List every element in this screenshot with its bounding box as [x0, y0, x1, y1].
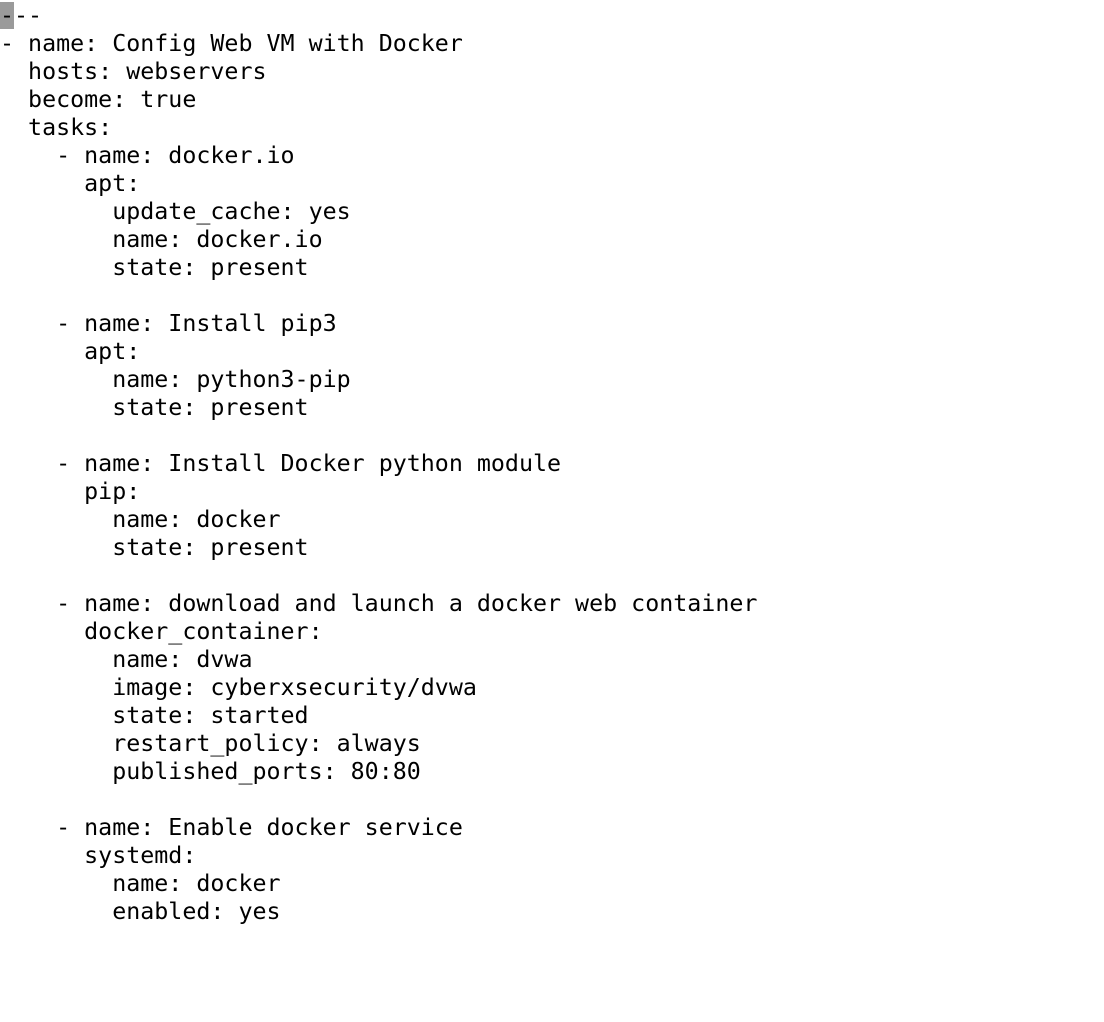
code-line: pip: — [0, 478, 141, 505]
code-line: state: present — [0, 534, 309, 561]
terminal-window[interactable]: --- - name: Config Web VM with Docker hos… — [0, 0, 1104, 1022]
code-line: apt: — [0, 338, 141, 365]
code-line: - name: Install Docker python module — [0, 450, 562, 477]
code-line: restart_policy: always — [0, 730, 421, 757]
code-line: enabled: yes — [0, 898, 281, 925]
code-line: become: true — [0, 86, 197, 113]
code-line: - name: Config Web VM with Docker — [0, 30, 463, 57]
code-line: name: docker — [0, 506, 281, 533]
code-line: state: started — [0, 702, 309, 729]
code-line: systemd: — [0, 842, 197, 869]
yaml-document-start: --- — [0, 2, 757, 30]
code-line: name: dvwa — [0, 646, 253, 673]
code-line: tasks: — [0, 114, 113, 141]
document-marker-rest: -- — [14, 2, 43, 29]
code-line: state: present — [0, 394, 309, 421]
code-line: name: python3-pip — [0, 366, 351, 393]
code-line: name: docker.io — [0, 226, 323, 253]
code-line: image: cyberxsecurity/dvwa — [0, 674, 477, 701]
text-cursor: - — [0, 2, 15, 29]
code-line: apt: — [0, 170, 141, 197]
code-line: - name: Enable docker service — [0, 814, 463, 841]
editor-buffer[interactable]: --- - name: Config Web VM with Docker hos… — [0, 2, 757, 926]
code-line: published_ports: 80:80 — [0, 758, 421, 785]
code-line: docker_container: — [0, 618, 323, 645]
code-line: name: docker — [0, 870, 281, 897]
code-line: - name: Install pip3 — [0, 310, 337, 337]
code-line: hosts: webservers — [0, 58, 267, 85]
code-line: update_cache: yes — [0, 198, 351, 225]
code-line: state: present — [0, 254, 309, 281]
code-line: - name: docker.io — [0, 142, 295, 169]
code-line: - name: download and launch a docker web… — [0, 590, 758, 617]
